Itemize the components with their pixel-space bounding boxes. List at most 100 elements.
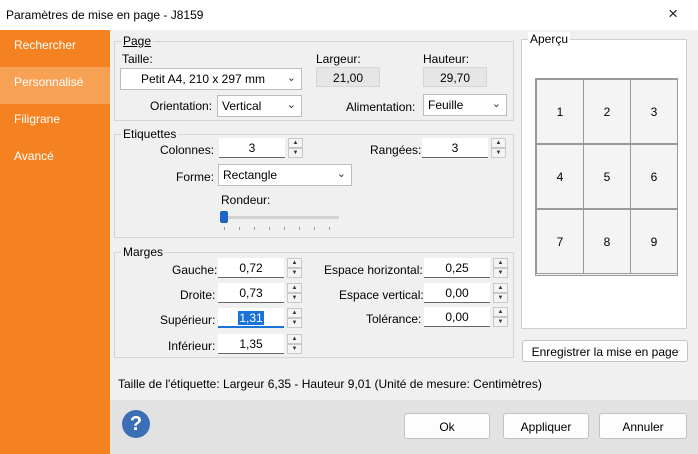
chevron-down-icon: ⌄ xyxy=(286,72,296,84)
sidebar-item-personnalise[interactable]: Personnalisé xyxy=(0,67,110,104)
orientation-label: Orientation: xyxy=(150,99,213,113)
superieur-input[interactable]: 1,31 xyxy=(218,308,284,328)
arrow-up-icon[interactable]: ▲ xyxy=(493,283,508,293)
inferieur-stepper[interactable]: ▲ ▼ xyxy=(218,334,303,354)
slider-tick xyxy=(314,227,315,230)
inferieur-input[interactable] xyxy=(218,334,284,354)
arrow-up-icon[interactable]: ▲ xyxy=(288,138,303,148)
taille-select[interactable]: Petit A4, 210 x 297 mm ⌄ xyxy=(120,68,302,90)
forme-value: Rectangle xyxy=(223,168,278,182)
droite-input[interactable] xyxy=(218,283,284,303)
label-preview-grid: 1 2 3 4 5 6 7 8 9 xyxy=(535,78,678,276)
close-icon[interactable]: × xyxy=(668,5,678,22)
slider-tick xyxy=(224,227,225,230)
arrow-down-icon[interactable]: ▼ xyxy=(493,268,508,278)
arrow-down-icon[interactable]: ▼ xyxy=(287,268,302,278)
arrow-down-icon[interactable]: ▼ xyxy=(287,344,302,354)
alimentation-label: Alimentation: xyxy=(346,100,416,114)
ok-button[interactable]: Ok xyxy=(404,413,490,439)
preview-cell: 3 xyxy=(630,79,678,144)
rangees-stepper[interactable]: ▲ ▼ xyxy=(422,138,507,158)
question-icon[interactable]: ? xyxy=(122,410,150,438)
preview-cell: 1 xyxy=(536,79,584,144)
arrow-up-icon[interactable]: ▲ xyxy=(493,258,508,268)
slider-tick xyxy=(254,227,255,230)
chevron-down-icon: ⌄ xyxy=(491,98,501,110)
sidebar-item-rechercher[interactable]: Rechercher xyxy=(0,30,110,67)
espace-horizontal-label: Espace horizontal: xyxy=(324,263,423,277)
largeur-label: Largeur: xyxy=(316,52,361,66)
arrow-up-icon[interactable]: ▲ xyxy=(287,308,302,318)
apply-button[interactable]: Appliquer xyxy=(503,413,589,439)
sidebar-item-avance[interactable]: Avancé xyxy=(0,141,110,178)
colonnes-stepper[interactable]: ▲ ▼ xyxy=(219,138,304,158)
slider-tick xyxy=(299,227,300,230)
orientation-select[interactable]: Vertical ⌄ xyxy=(217,95,302,117)
main-panel: Page Taille: Petit A4, 210 x 297 mm ⌄ La… xyxy=(110,30,698,454)
orientation-value: Vertical xyxy=(222,99,262,113)
droite-stepper[interactable]: ▲ ▼ xyxy=(218,283,303,303)
tolerance-stepper[interactable]: ▲ ▼ xyxy=(424,307,509,327)
save-layout-button[interactable]: Enregistrer la mise en page xyxy=(522,340,688,362)
cancel-button[interactable]: Annuler xyxy=(599,413,687,439)
rondeur-slider-track[interactable] xyxy=(221,216,339,219)
espace-vertical-label: Espace vertical: xyxy=(339,288,424,302)
etiquettes-legend: Etiquettes xyxy=(121,127,179,141)
forme-label: Forme: xyxy=(176,170,215,184)
sidebar-item-label: Rechercher xyxy=(14,38,77,52)
chevron-down-icon: ⌄ xyxy=(286,99,296,111)
espace-vertical-stepper[interactable]: ▲ ▼ xyxy=(424,283,509,303)
rondeur-slider-thumb[interactable] xyxy=(220,211,228,223)
espace-horizontal-stepper[interactable]: ▲ ▼ xyxy=(424,258,509,278)
alimentation-value: Feuille xyxy=(428,98,464,112)
espace-horizontal-input[interactable] xyxy=(424,258,490,278)
espace-vertical-input[interactable] xyxy=(424,283,490,303)
taille-value: Petit A4, 210 x 297 mm xyxy=(140,72,266,86)
gauche-label: Gauche: xyxy=(172,263,218,277)
droite-label: Droite: xyxy=(180,288,216,302)
tolerance-input[interactable] xyxy=(424,307,490,327)
chevron-down-icon: ⌄ xyxy=(336,168,346,180)
arrow-up-icon[interactable]: ▲ xyxy=(493,307,508,317)
slider-tick xyxy=(269,227,270,230)
arrow-up-icon[interactable]: ▲ xyxy=(491,138,506,148)
gauche-input[interactable] xyxy=(218,258,284,278)
window-title: Paramètres de mise en page - J8159 xyxy=(6,8,204,22)
preview-cell: 6 xyxy=(630,144,678,209)
rangees-input[interactable] xyxy=(422,138,488,158)
sidebar: Rechercher Personnalisé Filigrane Avancé xyxy=(0,30,110,454)
rondeur-label: Rondeur: xyxy=(221,193,271,207)
slider-tick xyxy=(284,227,285,230)
hauteur-field: 29,70 xyxy=(423,67,487,87)
tolerance-label: Tolérance: xyxy=(366,312,422,326)
apercu-legend: Aperçu xyxy=(528,32,571,46)
sidebar-item-label: Avancé xyxy=(14,149,54,163)
arrow-up-icon[interactable]: ▲ xyxy=(287,334,302,344)
preview-cell: 2 xyxy=(583,79,631,144)
preview-cell: 8 xyxy=(583,209,631,274)
apercu-group: Aperçu 1 2 3 4 5 6 7 8 9 xyxy=(521,32,687,329)
superieur-selected-text: 1,31 xyxy=(238,311,264,325)
arrow-down-icon[interactable]: ▼ xyxy=(288,148,303,158)
arrow-down-icon[interactable]: ▼ xyxy=(287,318,302,328)
sidebar-item-label: Personnalisé xyxy=(14,75,84,89)
arrow-down-icon[interactable]: ▼ xyxy=(287,293,302,303)
colonnes-input[interactable] xyxy=(219,138,285,158)
forme-select[interactable]: Rectangle ⌄ xyxy=(218,164,352,186)
hauteur-label: Hauteur: xyxy=(423,52,470,66)
arrow-up-icon[interactable]: ▲ xyxy=(287,283,302,293)
sidebar-item-filigrane[interactable]: Filigrane xyxy=(0,104,110,141)
rangees-label: Rangées: xyxy=(370,143,422,157)
arrow-up-icon[interactable]: ▲ xyxy=(287,258,302,268)
arrow-down-icon[interactable]: ▼ xyxy=(493,293,508,303)
inferieur-label: Inférieur: xyxy=(168,339,216,353)
superieur-stepper[interactable]: 1,31 ▲ ▼ xyxy=(218,308,303,328)
page-legend: Page xyxy=(121,34,154,48)
arrow-down-icon[interactable]: ▼ xyxy=(491,148,506,158)
slider-tick xyxy=(239,227,240,230)
slider-tick xyxy=(329,227,330,230)
sidebar-item-label: Filigrane xyxy=(14,112,61,126)
arrow-down-icon[interactable]: ▼ xyxy=(493,317,508,327)
gauche-stepper[interactable]: ▲ ▼ xyxy=(218,258,303,278)
alimentation-select[interactable]: Feuille ⌄ xyxy=(423,94,507,116)
